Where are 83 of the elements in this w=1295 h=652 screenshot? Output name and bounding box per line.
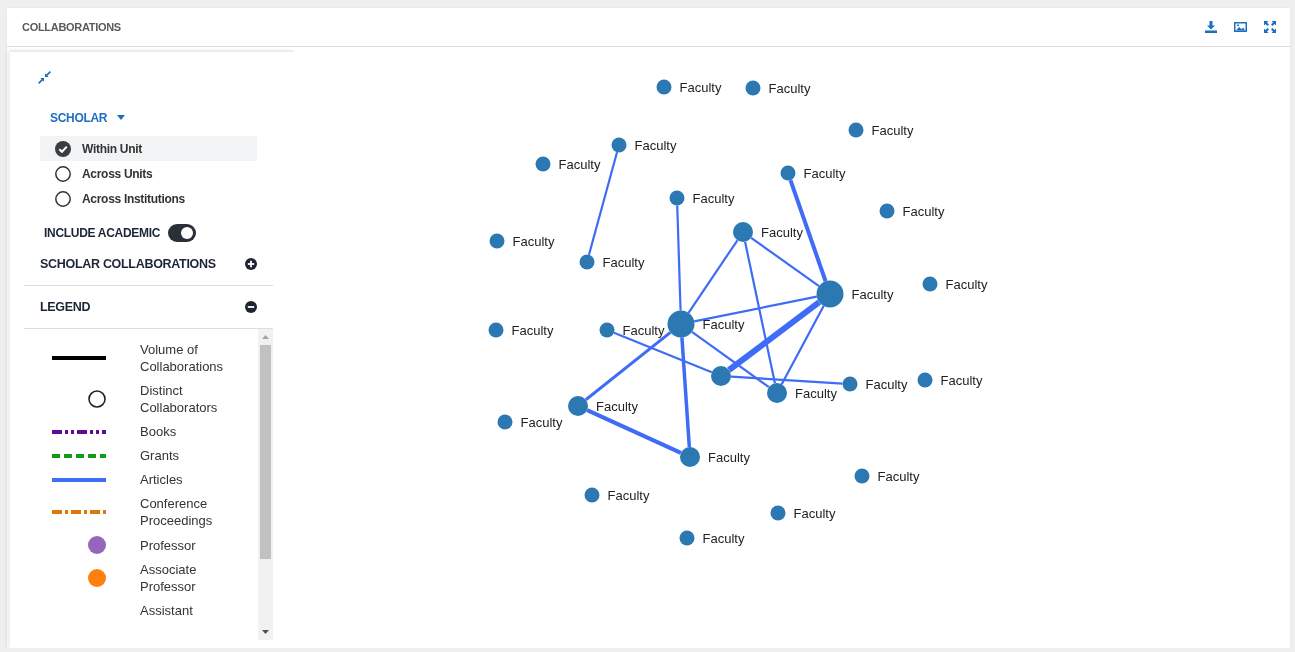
- node-dot-icon: [879, 203, 895, 219]
- fullscreen-button[interactable]: [1264, 21, 1276, 33]
- caret-icon: [117, 115, 126, 120]
- node-label: Faculty: [607, 487, 650, 503]
- node-label: Faculty: [708, 449, 750, 465]
- node-dot-icon: [770, 505, 786, 521]
- radio-option[interactable]: Across Units: [40, 161, 257, 186]
- fullscreen-icon: [1264, 21, 1276, 33]
- legend-label: Grants: [140, 447, 180, 464]
- node-label: Faculty: [558, 156, 601, 172]
- collapse-button[interactable]: [38, 71, 51, 84]
- node-dot-icon: [848, 122, 864, 138]
- node-label: Faculty: [871, 122, 914, 138]
- image-button[interactable]: [1234, 22, 1247, 32]
- node-dot-icon: [669, 190, 685, 206]
- download-icon: [1205, 21, 1217, 33]
- legend-label: Articles: [140, 471, 184, 488]
- node-dot-icon: [535, 156, 551, 172]
- node-label: Faculty: [851, 286, 894, 302]
- legend-label: Conference Proceedings: [140, 495, 214, 529]
- node-dot-icon: [599, 322, 615, 338]
- node-label: Faculty: [793, 505, 836, 521]
- legend-label: Associate Professor: [140, 561, 198, 595]
- node-dot-icon: [488, 322, 504, 338]
- node-dot-icon: [745, 80, 761, 96]
- compress-arrows-icon: [38, 71, 51, 84]
- legend-label: Distinct Collaborators: [140, 382, 219, 416]
- node-dot-icon: [767, 383, 787, 403]
- node-label: Faculty: [520, 414, 563, 430]
- node-dot-icon: [667, 310, 695, 338]
- node-label: Faculty: [512, 233, 555, 249]
- node-label: Faculty: [702, 316, 745, 332]
- node-label: Faculty: [692, 190, 735, 206]
- node-label: Faculty: [865, 376, 908, 392]
- node-dot-icon: [922, 276, 938, 292]
- panel-title: COLLABORATIONS: [22, 21, 121, 33]
- legend-label: Volume of Collaborations: [140, 341, 225, 375]
- node-label: Faculty: [945, 276, 988, 292]
- node-label: Faculty: [622, 322, 665, 338]
- node-label: Faculty: [634, 137, 677, 153]
- node-dot-icon: [816, 280, 844, 308]
- node-dot-icon: [497, 414, 513, 430]
- node-dot-icon: [711, 366, 731, 386]
- scrollbar[interactable]: [258, 329, 273, 640]
- node-label: Faculty: [877, 468, 920, 484]
- include-academic-label: INCLUDE ACADEMIC: [44, 226, 161, 240]
- download-button[interactable]: [1205, 21, 1217, 33]
- node-label: Faculty: [940, 372, 983, 388]
- node-dot-icon: [611, 137, 627, 153]
- scroll-down-icon[interactable]: [262, 630, 269, 634]
- legend-label: Professor: [140, 536, 197, 554]
- node-label: Faculty: [902, 203, 945, 219]
- legend-label: Books: [140, 423, 178, 440]
- node-dot-icon: [656, 79, 672, 95]
- node-dot-icon: [780, 165, 796, 181]
- node-dot-icon: [733, 222, 753, 242]
- node-label: Faculty: [679, 79, 722, 95]
- node-label: Faculty: [761, 224, 803, 240]
- radio-option[interactable]: Within Unit: [40, 136, 257, 161]
- node-label: Faculty: [702, 530, 745, 546]
- legend-label: Assistant: [140, 602, 194, 619]
- node-dot-icon: [917, 372, 933, 388]
- section-header[interactable]: LEGEND: [24, 286, 273, 329]
- radio-option[interactable]: Across Institutions: [40, 186, 257, 211]
- image-icon: [1234, 22, 1247, 32]
- node-label: Faculty: [602, 254, 645, 270]
- node-dot-icon: [679, 530, 695, 546]
- node-label: Faculty: [511, 322, 554, 338]
- node-dot-icon: [680, 447, 700, 467]
- node-label: Faculty: [795, 385, 837, 401]
- scrollbar-thumb[interactable]: [260, 345, 271, 559]
- node-dot-icon: [489, 233, 505, 249]
- node-dot-icon: [584, 487, 600, 503]
- node-dot-icon: [854, 468, 870, 484]
- node-dot-icon: [568, 396, 588, 416]
- node-label: Faculty: [803, 165, 846, 181]
- node-dot-icon: [842, 376, 858, 392]
- scholar-dropdown[interactable]: SCHOLAR: [50, 110, 126, 125]
- section-header[interactable]: SCHOLAR COLLABORATIONS: [24, 242, 273, 286]
- node-dot-icon: [579, 254, 595, 270]
- node-label: Faculty: [768, 80, 811, 96]
- node-label: Faculty: [596, 398, 638, 414]
- toggle-switch[interactable]: [168, 224, 197, 242]
